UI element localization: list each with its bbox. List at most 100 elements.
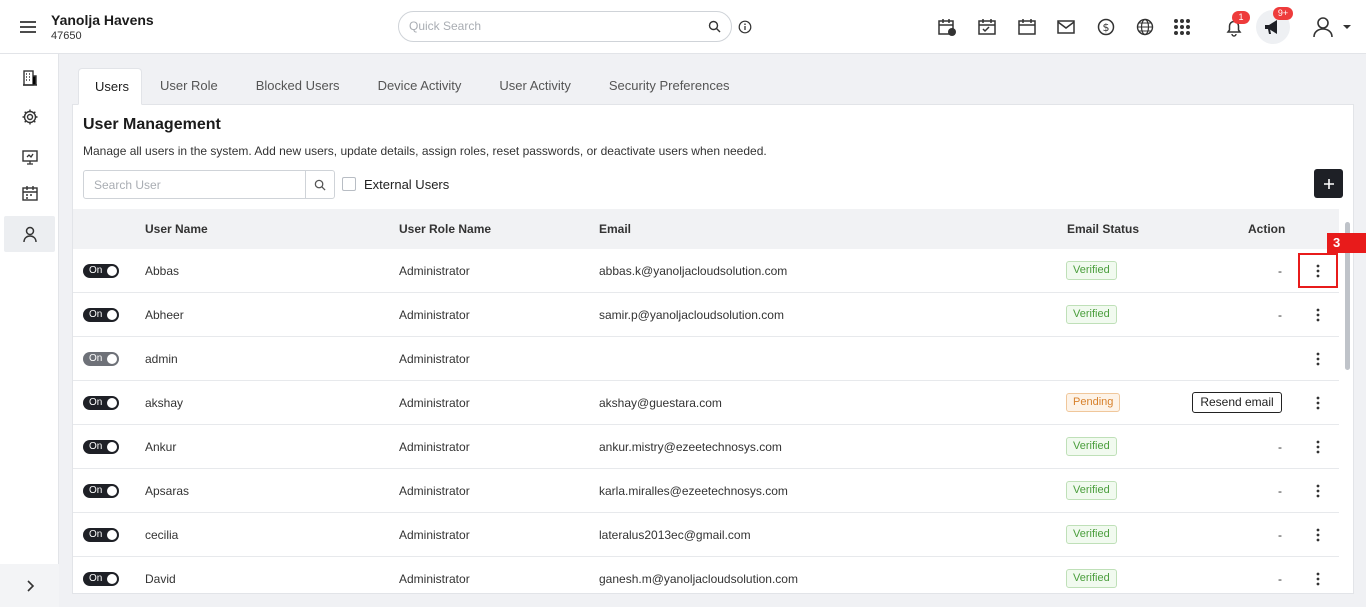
calendar-check-icon[interactable] <box>976 16 998 38</box>
header-user-name: User Name <box>145 222 208 236</box>
table-row: On David Administrator ganesh.m@yanoljac… <box>73 557 1339 593</box>
table-row: On Apsaras Administrator karla.miralles@… <box>73 469 1339 513</box>
user-email: ganesh.m@yanoljacloudsolution.com <box>599 572 798 586</box>
status-badge: Verified <box>1066 525 1117 544</box>
property-id: 47650 <box>51 30 82 42</box>
tab-blocked-users[interactable]: Blocked Users <box>238 68 360 104</box>
table-row: On akshay Administrator akshay@guestara.… <box>73 381 1339 425</box>
tab-users[interactable]: Users <box>78 68 142 105</box>
status-badge: Verified <box>1066 305 1117 324</box>
sidebar-item-users[interactable] <box>4 216 55 252</box>
user-name: Abbas <box>145 264 180 278</box>
active-toggle[interactable]: On <box>83 396 119 410</box>
active-toggle[interactable]: On <box>83 308 119 322</box>
page-title: User Management <box>83 116 221 133</box>
user-role: Administrator <box>399 396 470 410</box>
tab-user-activity[interactable]: User Activity <box>481 68 591 104</box>
hamburger-menu-icon[interactable] <box>18 17 38 37</box>
user-name: David <box>145 572 176 586</box>
active-toggle[interactable]: On <box>83 572 119 586</box>
user-name: cecilia <box>145 528 179 542</box>
table-header: User Name User Role Name Email Email Sta… <box>73 209 1339 249</box>
user-name: Ankur <box>145 440 177 454</box>
calendar-icon[interactable] <box>1016 16 1038 38</box>
user-name: admin <box>145 352 178 366</box>
tab-user-role[interactable]: User Role <box>142 68 238 104</box>
search-icon <box>314 179 326 191</box>
annotation-label: 3 <box>1327 233 1366 253</box>
action-text: - <box>1278 484 1282 498</box>
status-badge: Verified <box>1066 569 1117 588</box>
user-search-input[interactable] <box>94 178 294 192</box>
quick-search-input[interactable] <box>409 19 699 33</box>
gear-icon <box>22 109 37 125</box>
top-bar: Yanolja Havens 47650 $ 1 9+ <box>0 0 1366 54</box>
kebab-icon <box>1316 528 1320 542</box>
user-email: ankur.mistry@ezeetechnosys.com <box>599 440 782 454</box>
apps-grid-icon[interactable] <box>1171 16 1193 38</box>
row-menu-button[interactable] <box>1307 525 1329 545</box>
kebab-icon <box>1316 352 1320 366</box>
building-icon <box>22 70 37 86</box>
user-icon <box>22 226 37 243</box>
user-name: akshay <box>145 396 184 410</box>
row-menu-button[interactable] <box>1307 569 1329 589</box>
row-menu-button[interactable] <box>1307 393 1329 413</box>
user-name: Abheer <box>145 308 184 322</box>
quick-search-box <box>398 11 732 42</box>
kebab-icon <box>1316 396 1320 410</box>
calendar-icon <box>21 186 38 201</box>
user-role: Administrator <box>399 264 470 278</box>
calendar-add-icon[interactable] <box>936 16 958 38</box>
sidebar-expand-button[interactable] <box>0 564 59 607</box>
active-toggle[interactable]: On <box>83 528 119 542</box>
search-icon[interactable] <box>708 20 721 33</box>
user-role: Administrator <box>399 308 470 322</box>
sidebar-item-property[interactable] <box>4 60 55 96</box>
add-user-button[interactable] <box>1314 169 1343 198</box>
action-text: - <box>1278 264 1282 278</box>
status-badge: Verified <box>1066 481 1117 500</box>
user-name: Apsaras <box>145 484 190 498</box>
kebab-icon <box>1316 308 1320 322</box>
info-icon[interactable] <box>738 20 752 34</box>
table-row: On cecilia Administrator lateralus2013ec… <box>73 513 1339 557</box>
table-row: On Ankur Administrator ankur.mistry@ezee… <box>73 425 1339 469</box>
chevron-right-icon <box>26 579 34 592</box>
kebab-icon <box>1316 572 1320 586</box>
user-email: akshay@guestara.com <box>599 396 722 410</box>
user-role: Administrator <box>399 484 470 498</box>
tab-device-activity[interactable]: Device Activity <box>360 68 482 104</box>
dollar-icon[interactable]: $ <box>1095 16 1117 38</box>
user-role: Administrator <box>399 440 470 454</box>
user-email: samir.p@yanoljacloudsolution.com <box>599 308 784 322</box>
row-menu-button[interactable] <box>1307 349 1329 369</box>
action-text: - <box>1278 440 1282 454</box>
user-profile-menu[interactable] <box>1311 16 1357 38</box>
table-row: On admin Administrator <box>73 337 1339 381</box>
sidebar-item-settings[interactable] <box>4 99 55 135</box>
resend-email-button[interactable]: Resend email <box>1192 392 1282 413</box>
mail-icon[interactable] <box>1055 16 1077 38</box>
tab-bar: Users User Role Blocked Users Device Act… <box>78 68 750 105</box>
sidebar-item-monitor[interactable] <box>4 139 55 175</box>
tab-security-preferences[interactable]: Security Preferences <box>591 68 750 104</box>
user-role: Administrator <box>399 528 470 542</box>
external-users-checkbox[interactable] <box>342 177 356 191</box>
page-description: Manage all users in the system. Add new … <box>83 144 767 158</box>
svg-text:$: $ <box>1103 21 1110 34</box>
user-search-button[interactable] <box>305 171 334 198</box>
user-email: karla.miralles@ezeetechnosys.com <box>599 484 788 498</box>
row-menu-button[interactable] <box>1307 481 1329 501</box>
row-menu-button[interactable] <box>1307 437 1329 457</box>
sidebar-item-calendar[interactable] <box>4 175 55 211</box>
active-toggle[interactable]: On <box>83 352 119 366</box>
table-row: On Abheer Administrator samir.p@yanoljac… <box>73 293 1339 337</box>
active-toggle[interactable]: On <box>83 264 119 278</box>
kebab-icon <box>1316 484 1320 498</box>
globe-icon[interactable] <box>1134 16 1156 38</box>
row-menu-button[interactable] <box>1307 305 1329 325</box>
active-toggle[interactable]: On <box>83 440 119 454</box>
active-toggle[interactable]: On <box>83 484 119 498</box>
header-email-status: Email Status <box>1067 222 1140 236</box>
